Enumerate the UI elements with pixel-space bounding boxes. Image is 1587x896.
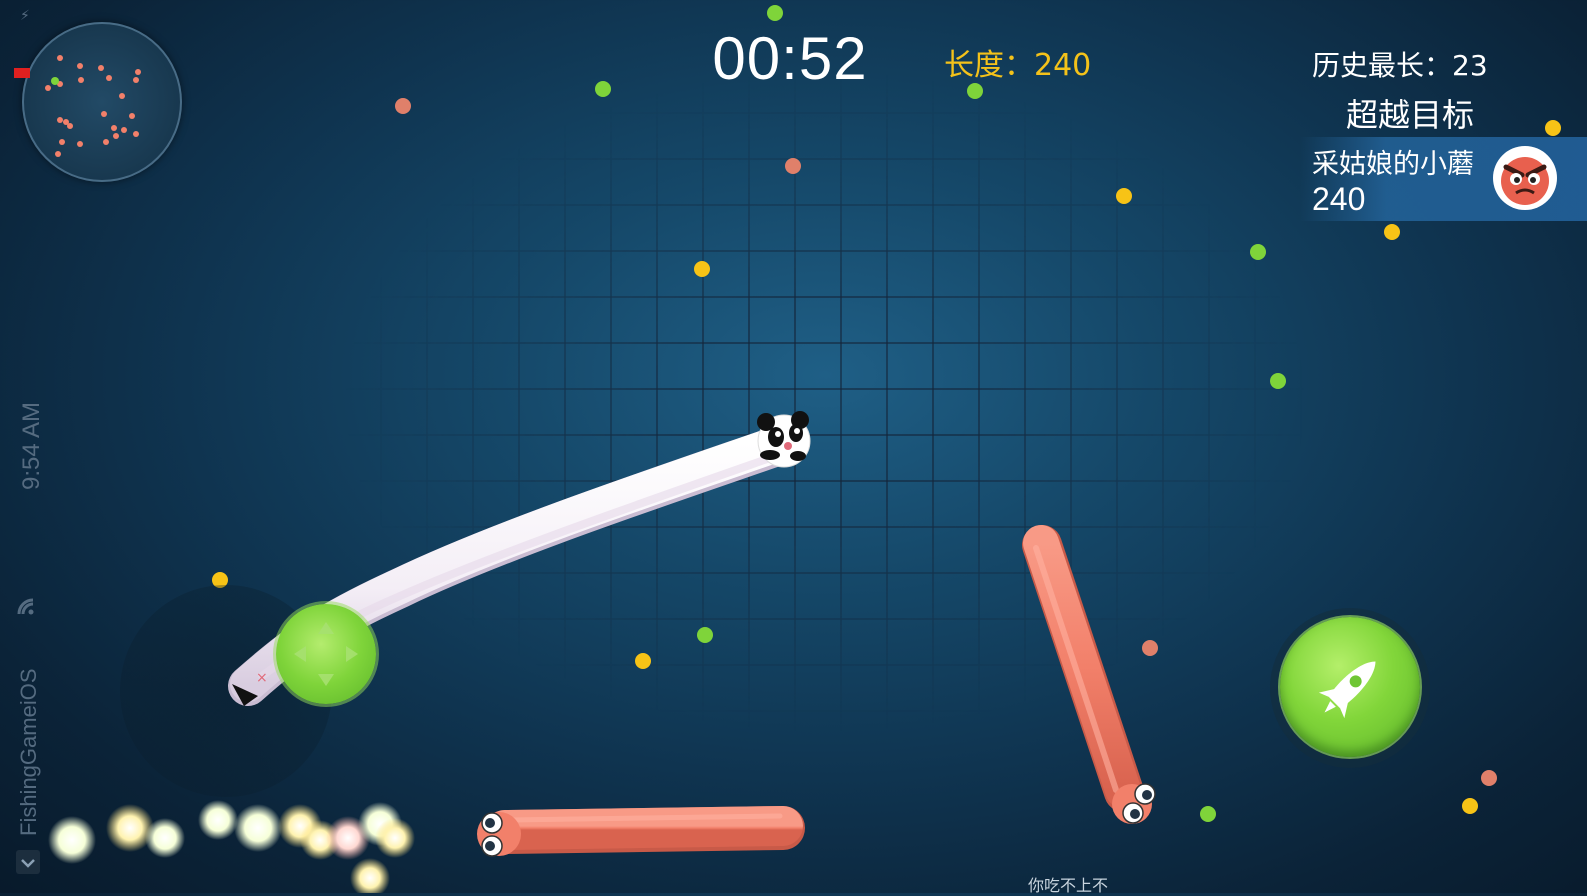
enemy-snake [477,806,805,857]
status-time: 9:54 AM [18,401,45,490]
wifi-icon [15,596,37,622]
enemy-snake [1022,525,1156,824]
rocket-icon [1318,661,1376,719]
target-length: 240 [1312,181,1366,217]
player-length: 长度：240 [944,48,1092,83]
svg-text:×: × [256,670,268,686]
best-length: 历史最长：23 [1312,49,1488,82]
target-title: 超越目标 [1346,96,1475,134]
dpad-joystick-icon [294,622,358,686]
panda-head-icon [757,411,811,468]
angry-red-face-icon [1492,145,1558,211]
minimap-dots [45,55,141,157]
charging-icon: ⚡ [20,8,30,24]
bottom-hint: 你吃不上不 [1028,876,1109,895]
enemy-snake-head-icon [1112,783,1156,824]
chevron-back-icon[interactable] [16,850,40,874]
joystick-knob[interactable] [276,604,376,704]
minimap [22,22,182,182]
target-name: 采姑娘的小蘑 [1312,149,1474,180]
game-timer: 00:52 [712,25,868,92]
status-bar: ⚡ 9:54 AM FishingGameiOS [6,0,45,893]
boost-button[interactable] [1280,617,1420,757]
app-name: FishingGameiOS [16,668,41,836]
enemy-snake-head-icon [477,812,521,857]
battery-low-icon [14,68,30,78]
